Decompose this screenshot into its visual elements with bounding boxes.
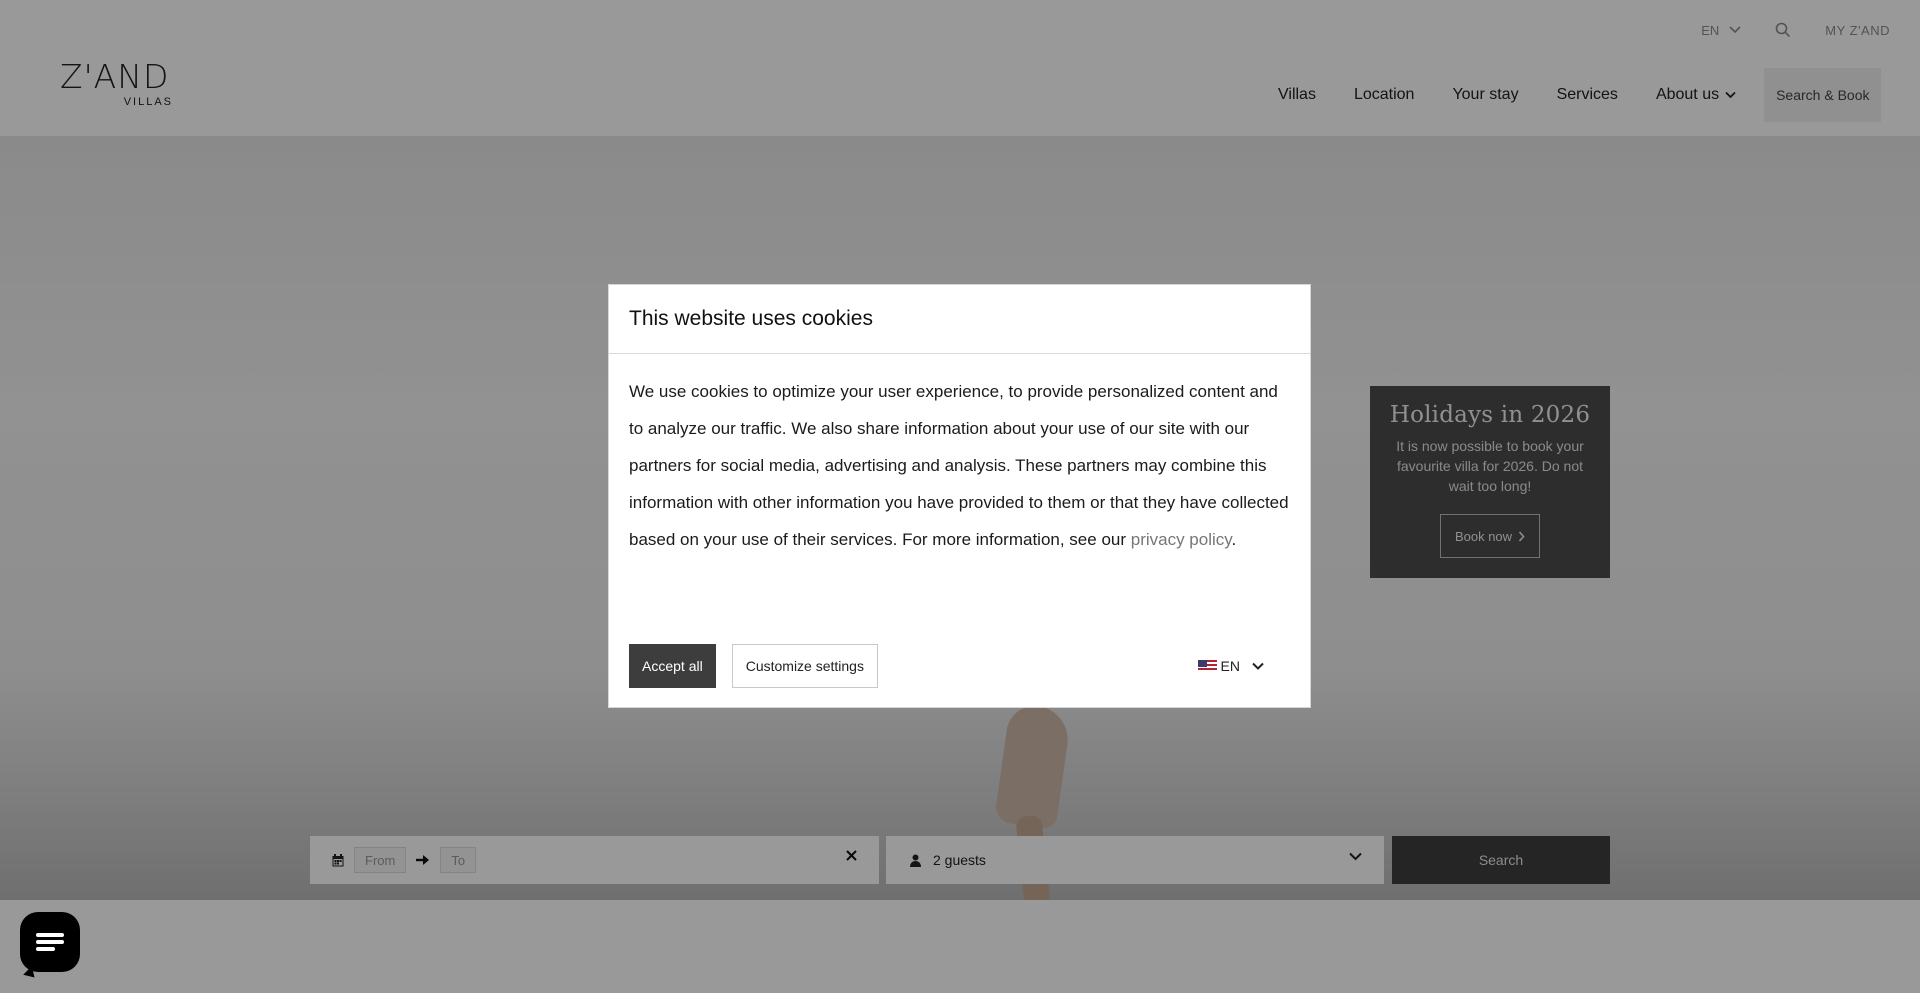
chevron-down-icon [1252,662,1264,670]
chat-icon [36,933,64,951]
cookie-description-end: . [1231,530,1237,549]
dialog-body: We use cookies to optimize your user exp… [609,354,1310,558]
dialog-language-label: EN [1220,658,1240,674]
chat-button[interactable] [20,912,80,972]
cookie-description: We use cookies to optimize your user exp… [629,382,1289,549]
cookie-consent-dialog: This website uses cookies We use cookies… [608,284,1311,708]
dialog-footer: Accept all Customize settings EN [629,644,1292,688]
privacy-policy-link[interactable]: privacy policy [1131,530,1232,549]
dialog-language-selector[interactable]: EN [1197,658,1264,674]
dialog-title: This website uses cookies [629,307,873,330]
accept-all-button[interactable]: Accept all [629,644,716,688]
us-flag-icon [1197,660,1217,672]
dialog-header: This website uses cookies [609,285,1310,354]
customize-settings-button[interactable]: Customize settings [731,644,878,688]
